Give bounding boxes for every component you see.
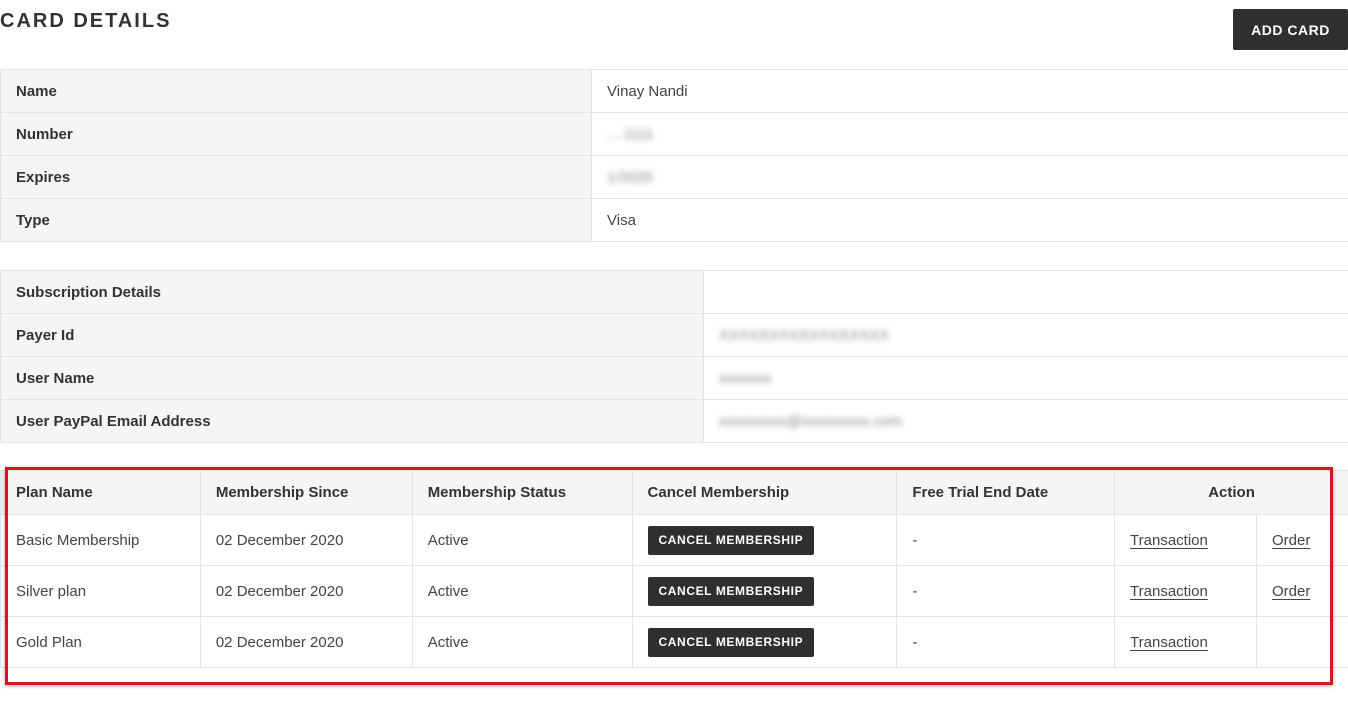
- cancel-membership-button[interactable]: CANCEL MEMBERSHIP: [647, 576, 815, 606]
- memberships-header-row: Plan Name Membership Since Membership St…: [0, 470, 1348, 515]
- transaction-cell: Transaction: [1114, 616, 1257, 668]
- subscription-row-user-name: User Name xxxxxxx: [0, 356, 1348, 400]
- add-card-button[interactable]: ADD CARD: [1233, 9, 1348, 50]
- transaction-cell: Transaction: [1114, 514, 1257, 566]
- subscription-row-payer-id: Payer Id XXXXXXXXXXXXXXXXX: [0, 313, 1348, 357]
- subscription-label-user-name: User Name: [0, 356, 704, 400]
- column-header-membership-since: Membership Since: [199, 470, 413, 515]
- card-row-expires: Expires 1/2025: [0, 155, 1348, 199]
- order-link[interactable]: Order: [1272, 583, 1310, 600]
- plan-name-cell: Silver plan: [0, 565, 201, 617]
- membership-since-cell: 02 December 2020: [199, 565, 413, 617]
- membership-since-cell: 02 December 2020: [199, 514, 413, 566]
- order-cell: [1255, 616, 1348, 668]
- plan-name-cell: Basic Membership: [0, 514, 201, 566]
- column-header-plan-name: Plan Name: [0, 470, 201, 515]
- free-trial-end-date-cell: -: [896, 514, 1116, 566]
- card-value-cell-name: Vinay Nandi: [591, 69, 1348, 113]
- free-trial-end-date-cell: -: [896, 616, 1116, 668]
- card-row-type: Type Visa: [0, 198, 1348, 242]
- subscription-value-cell-user-name: xxxxxxx: [703, 356, 1348, 400]
- card-label-expires: Expires: [0, 155, 592, 199]
- column-header-membership-status: Membership Status: [411, 470, 633, 515]
- column-header-cancel-membership: Cancel Membership: [631, 470, 898, 515]
- subscription-details-table: Subscription Details Payer Id XXXXXXXXXXXX…: [0, 270, 1348, 443]
- subscription-value-user-name: xxxxxxx: [719, 369, 772, 387]
- table-row: Basic Membership 02 December 2020 Active CA…: [0, 514, 1348, 566]
- subscription-value-cell-subscription-details: [703, 270, 1348, 314]
- free-trial-end-date-cell: -: [896, 565, 1116, 617]
- card-value-number: ....1111: [607, 125, 654, 143]
- order-cell: Order: [1255, 514, 1348, 566]
- cancel-membership-cell: CANCEL MEMBERSHIP: [631, 616, 898, 668]
- plan-name-cell: Gold Plan: [0, 616, 201, 668]
- card-value-expires: 1/2025: [607, 168, 653, 186]
- table-row: Gold Plan 02 December 2020 Active CANCEL ME…: [0, 616, 1348, 668]
- card-value-cell-number: ....1111: [591, 112, 1348, 156]
- card-label-type: Type: [0, 198, 592, 242]
- subscription-value-payer-id: XXXXXXXXXXXXXXXXX: [719, 326, 890, 344]
- cancel-membership-cell: CANCEL MEMBERSHIP: [631, 514, 898, 566]
- membership-status-cell: Active: [411, 616, 633, 668]
- column-header-free-trial-end-date: Free Trial End Date: [896, 470, 1116, 515]
- card-value-name: Vinay Nandi: [607, 82, 688, 100]
- card-row-name: Name Vinay Nandi: [0, 69, 1348, 113]
- card-label-name: Name: [0, 69, 592, 113]
- card-row-number: Number ....1111: [0, 112, 1348, 156]
- table-row: Silver plan 02 December 2020 Active CANCEL …: [0, 565, 1348, 617]
- card-value-cell-expires: 1/2025: [591, 155, 1348, 199]
- subscription-value-user-paypal-email-address: xxxxxxxxx@xxxxxxxxx.com: [719, 412, 902, 430]
- card-value-type: Visa: [607, 211, 636, 229]
- card-label-number: Number: [0, 112, 592, 156]
- subscription-row-subscription-details: Subscription Details: [0, 270, 1348, 314]
- memberships-table: Plan Name Membership Since Membership St…: [0, 470, 1348, 668]
- cancel-membership-cell: CANCEL MEMBERSHIP: [631, 565, 898, 617]
- column-header-action: Action: [1114, 470, 1348, 515]
- card-details-table: Name Vinay Nandi Number ....1111 Expires 1/20…: [0, 69, 1348, 242]
- page-title: CARD DETAILS: [0, 10, 172, 32]
- transaction-link[interactable]: Transaction: [1130, 583, 1208, 600]
- subscription-label-subscription-details: Subscription Details: [0, 270, 704, 314]
- membership-since-cell: 02 December 2020: [199, 616, 413, 668]
- transaction-cell: Transaction: [1114, 565, 1257, 617]
- order-link[interactable]: Order: [1272, 532, 1310, 549]
- cancel-membership-button[interactable]: CANCEL MEMBERSHIP: [647, 627, 815, 657]
- transaction-link[interactable]: Transaction: [1130, 532, 1208, 549]
- membership-status-cell: Active: [411, 565, 633, 617]
- subscription-row-user-paypal-email-address: User PayPal Email Address xxxxxxxxx@xxxxx…: [0, 399, 1348, 443]
- membership-status-cell: Active: [411, 514, 633, 566]
- subscription-label-user-paypal-email-address: User PayPal Email Address: [0, 399, 704, 443]
- subscription-value-cell-user-paypal-email-address: xxxxxxxxx@xxxxxxxxx.com: [703, 399, 1348, 443]
- order-cell: Order: [1255, 565, 1348, 617]
- subscription-label-payer-id: Payer Id: [0, 313, 704, 357]
- transaction-link[interactable]: Transaction: [1130, 634, 1208, 651]
- subscription-value-cell-payer-id: XXXXXXXXXXXXXXXXX: [703, 313, 1348, 357]
- card-value-cell-type: Visa: [591, 198, 1348, 242]
- cancel-membership-button[interactable]: CANCEL MEMBERSHIP: [647, 525, 815, 555]
